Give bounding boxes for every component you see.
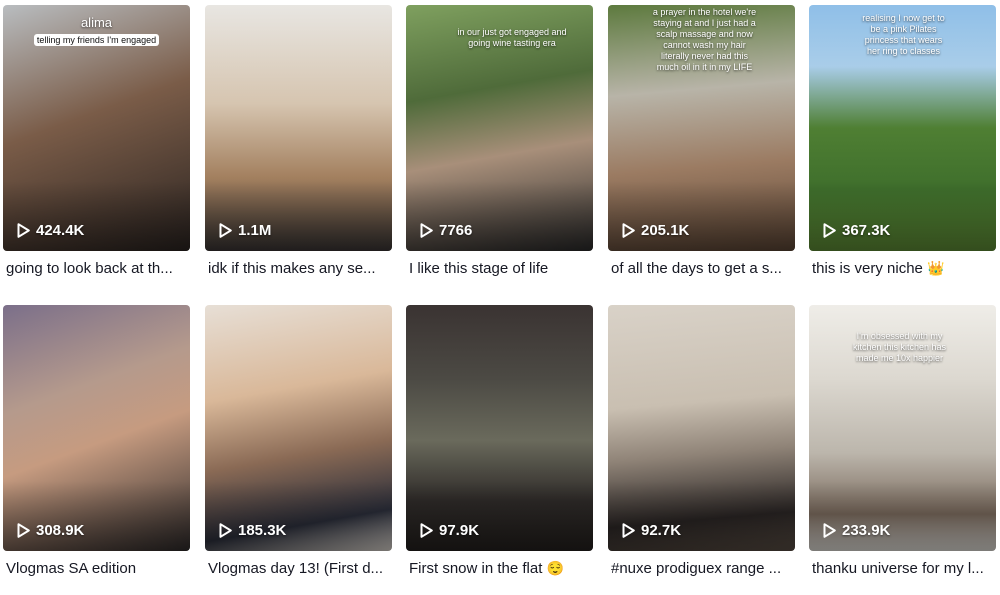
- video-thumbnail[interactable]: 1.1M: [205, 5, 392, 251]
- view-count-value: 233.9K: [842, 522, 891, 539]
- caption-text: I like this stage of life: [409, 260, 549, 277]
- view-count: 424.4K: [17, 222, 84, 239]
- view-count: 7766: [420, 222, 472, 239]
- video-card[interactable]: 308.9K Vlogmas SA edition: [3, 305, 190, 595]
- video-card[interactable]: 1.1M idk if this makes any se...: [205, 5, 392, 295]
- view-count-value: 7766: [439, 222, 473, 239]
- view-count-value: 1.1M: [238, 222, 272, 239]
- caption-text: thanku universe for my l...: [812, 560, 984, 577]
- thumbnail-overlay-text: in our just got engaged and going wine t…: [451, 27, 573, 49]
- overlay-line: telling my friends I'm engaged: [33, 34, 160, 46]
- thumbnail-shade: [205, 181, 392, 251]
- video-card[interactable]: I'm obsessed with my kitchen this kitche…: [809, 305, 996, 595]
- thumbnail-overlay-text: a prayer in the hotel we're staying at a…: [650, 7, 759, 73]
- video-thumbnail[interactable]: 185.3K: [205, 305, 392, 551]
- video-caption[interactable]: idk if this makes any se...: [208, 260, 392, 277]
- play-icon: [420, 223, 433, 238]
- play-icon: [17, 223, 30, 238]
- video-card[interactable]: realising I now get to be a pink Pilates…: [809, 5, 996, 295]
- play-icon: [219, 223, 232, 238]
- play-icon: [823, 523, 836, 538]
- video-caption[interactable]: Vlogmas SA edition: [6, 560, 190, 577]
- view-count: 233.9K: [823, 522, 890, 539]
- caption-text: this is very niche: [812, 260, 923, 277]
- thumbnail-shade: [3, 181, 190, 251]
- play-icon: [17, 523, 30, 538]
- view-count-value: 205.1K: [641, 222, 690, 239]
- thumbnail-shade: [809, 481, 996, 551]
- caption-text: Vlogmas SA edition: [6, 560, 137, 577]
- view-count: 367.3K: [823, 222, 890, 239]
- video-thumbnail[interactable]: 97.9K: [406, 305, 593, 551]
- video-card[interactable]: alima telling my friends I'm engaged 424…: [3, 5, 190, 295]
- video-thumbnail[interactable]: 92.7K: [608, 305, 795, 551]
- view-count: 205.1K: [622, 222, 689, 239]
- video-caption[interactable]: of all the days to get a s...: [611, 260, 795, 277]
- thumbnail-shade: [3, 481, 190, 551]
- play-icon: [622, 523, 635, 538]
- overlay-line: alima: [80, 15, 113, 30]
- view-count: 185.3K: [219, 522, 286, 539]
- video-thumbnail[interactable]: a prayer in the hotel we're staying at a…: [608, 5, 795, 251]
- view-count: 308.9K: [17, 522, 84, 539]
- play-icon: [622, 223, 635, 238]
- view-count: 97.9K: [420, 522, 479, 539]
- crown-emoji-icon: 👑: [927, 260, 945, 276]
- caption-text: of all the days to get a s...: [611, 260, 782, 277]
- overlay-line: realising I now get to be a pink Pilates…: [862, 13, 945, 56]
- overlay-line: a prayer in the hotel we're staying at a…: [652, 7, 757, 72]
- video-thumbnail[interactable]: alima telling my friends I'm engaged 424…: [3, 5, 190, 251]
- thumbnail-overlay-text: realising I now get to be a pink Pilates…: [861, 13, 946, 57]
- video-card[interactable]: 97.9K First snow in the flat 😌: [406, 305, 593, 595]
- video-caption[interactable]: I like this stage of life: [409, 260, 593, 277]
- video-thumbnail[interactable]: in our just got engaged and going wine t…: [406, 5, 593, 251]
- video-thumbnail[interactable]: realising I now get to be a pink Pilates…: [809, 5, 996, 251]
- play-icon: [823, 223, 836, 238]
- video-caption[interactable]: this is very niche 👑: [812, 260, 996, 277]
- view-count-value: 367.3K: [842, 222, 891, 239]
- thumbnail-overlay-text: alima telling my friends I'm engaged: [33, 15, 160, 46]
- play-icon: [219, 523, 232, 538]
- view-count-value: 185.3K: [238, 522, 287, 539]
- video-card[interactable]: 92.7K #nuxe prodiguex range ...: [608, 305, 795, 595]
- thumbnail-shade: [406, 181, 593, 251]
- play-icon: [420, 523, 433, 538]
- caption-text: Vlogmas day 13! (First d...: [208, 560, 384, 577]
- thumbnail-shade: [608, 481, 795, 551]
- caption-text: idk if this makes any se...: [208, 260, 376, 277]
- thumbnail-shade: [608, 181, 795, 251]
- video-thumbnail[interactable]: I'm obsessed with my kitchen this kitche…: [809, 305, 996, 551]
- view-count: 1.1M: [219, 222, 271, 239]
- thumbnail-overlay-text: I'm obsessed with my kitchen this kitche…: [851, 331, 948, 364]
- overlay-line: in our just got engaged and going wine t…: [457, 27, 567, 48]
- video-caption[interactable]: going to look back at th...: [6, 260, 190, 277]
- caption-text: going to look back at th...: [6, 260, 173, 277]
- overlay-line: I'm obsessed with my kitchen this kitche…: [852, 331, 947, 363]
- thumbnail-shade: [205, 481, 392, 551]
- caption-text: #nuxe prodiguex range ...: [611, 560, 782, 577]
- view-count-value: 92.7K: [641, 522, 682, 539]
- view-count-value: 424.4K: [36, 222, 85, 239]
- thumbnail-shade: [406, 481, 593, 551]
- video-caption[interactable]: Vlogmas day 13! (First d...: [208, 560, 392, 577]
- view-count-value: 308.9K: [36, 522, 85, 539]
- video-grid: alima telling my friends I'm engaged 424…: [0, 0, 1000, 582]
- video-caption[interactable]: thanku universe for my l...: [812, 560, 996, 577]
- view-count-value: 97.9K: [439, 522, 480, 539]
- video-card[interactable]: 185.3K Vlogmas day 13! (First d...: [205, 305, 392, 595]
- video-caption[interactable]: First snow in the flat 😌: [409, 560, 593, 577]
- video-thumbnail[interactable]: 308.9K: [3, 305, 190, 551]
- thumbnail-shade: [809, 181, 996, 251]
- video-card[interactable]: a prayer in the hotel we're staying at a…: [608, 5, 795, 295]
- caption-text: First snow in the flat: [409, 560, 543, 577]
- view-count: 92.7K: [622, 522, 681, 539]
- video-card[interactable]: in our just got engaged and going wine t…: [406, 5, 593, 295]
- video-caption[interactable]: #nuxe prodiguex range ...: [611, 560, 795, 577]
- relieved-face-emoji-icon: 😌: [546, 560, 564, 576]
